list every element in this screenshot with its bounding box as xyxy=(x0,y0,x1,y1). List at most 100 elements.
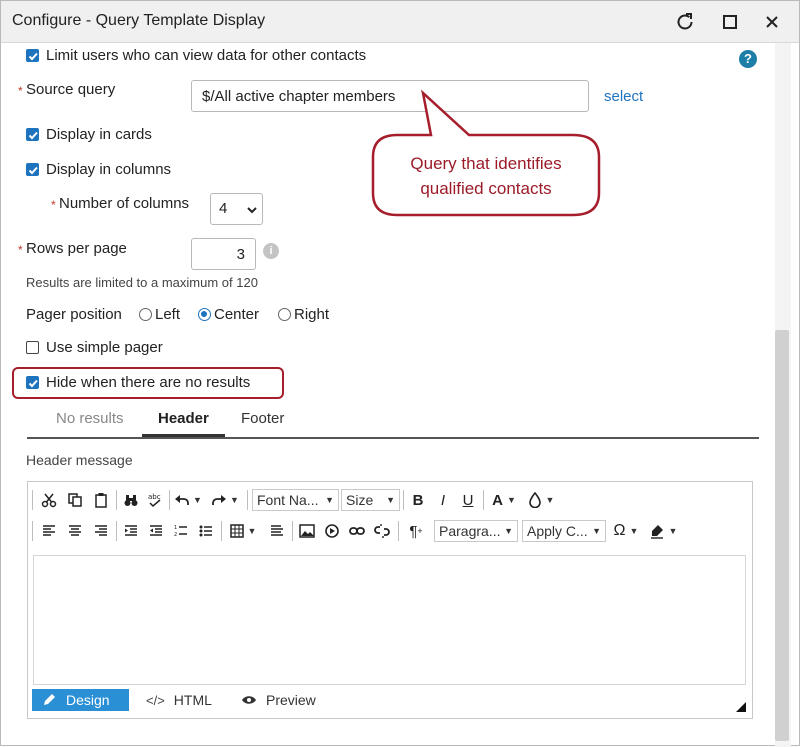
copy-icon[interactable] xyxy=(64,489,86,511)
display-columns-checkbox[interactable] xyxy=(26,163,39,176)
font-color-button[interactable]: A ▼ xyxy=(488,489,520,511)
toolbar-row-2: 12 ▼ ¶ + Paragra... ▼ Apply C... ▼ Ω ▼ ▼ xyxy=(28,519,752,549)
spellcheck-icon[interactable]: abc xyxy=(145,489,167,511)
simple-pager-checkbox[interactable] xyxy=(26,341,39,354)
close-icon[interactable] xyxy=(760,10,784,34)
required-marker: * xyxy=(18,243,23,257)
toolbar-separator xyxy=(116,521,117,541)
italic-button[interactable]: I xyxy=(432,489,454,511)
pilcrow-icon: ¶ xyxy=(409,522,418,540)
paste-icon[interactable] xyxy=(90,489,112,511)
highlight-color-icon[interactable]: ▼ xyxy=(524,489,558,511)
pager-left-radio[interactable] xyxy=(139,308,152,321)
paragraph-align-icon[interactable] xyxy=(266,520,288,542)
pencil-icon xyxy=(44,694,55,705)
maximize-icon[interactable] xyxy=(718,10,742,34)
rows-per-page-input[interactable]: 3 xyxy=(191,238,256,270)
tabs-divider xyxy=(27,437,759,439)
cut-icon[interactable] xyxy=(38,489,60,511)
editor-content-area[interactable] xyxy=(33,555,746,685)
align-left-icon[interactable] xyxy=(38,520,60,542)
design-mode-tab[interactable]: Design xyxy=(32,689,129,711)
toolbar-separator xyxy=(32,521,33,541)
paragraph-style-value: Paragra... xyxy=(439,523,501,539)
find-binoculars-icon[interactable] xyxy=(120,489,142,511)
pager-right-radio[interactable] xyxy=(278,308,291,321)
required-marker: * xyxy=(18,84,23,98)
hide-no-results-label: Hide when there are no results xyxy=(46,374,251,391)
title-bar: Configure - Query Template Display xyxy=(1,1,799,43)
rows-hint: Results are limited to a maximum of 120 xyxy=(26,275,258,290)
preview-mode-label: Preview xyxy=(266,692,316,708)
preview-mode-tab[interactable]: Preview xyxy=(241,689,316,711)
tab-no-results[interactable]: No results xyxy=(56,410,124,427)
numbered-list-icon[interactable]: 12 xyxy=(170,520,192,542)
html-mode-label: HTML xyxy=(173,692,212,708)
redo-icon[interactable]: ▼ xyxy=(208,489,242,511)
toolbar-separator xyxy=(221,521,222,541)
rows-per-page-label: Rows per page xyxy=(26,240,127,257)
align-center-icon[interactable] xyxy=(64,520,86,542)
toolbar-row-1: abc ▼ ▼ Font Na... ▼ Size ▼ B I U A ▼ ▼ xyxy=(28,488,752,518)
limit-users-checkbox[interactable] xyxy=(26,49,39,62)
svg-text:1: 1 xyxy=(174,525,177,531)
indent-icon[interactable] xyxy=(120,520,142,542)
help-icon[interactable]: ? xyxy=(739,50,757,68)
required-marker: * xyxy=(51,198,56,212)
pager-left-label: Left xyxy=(155,306,181,323)
underline-button[interactable]: U xyxy=(457,489,479,511)
undo-icon[interactable]: ▼ xyxy=(173,489,203,511)
code-icon: </> xyxy=(146,692,165,708)
paragraph-style-dropdown[interactable]: Paragra... ▼ xyxy=(434,520,518,542)
resize-grip-icon[interactable] xyxy=(736,702,746,712)
info-icon[interactable]: i xyxy=(263,243,279,259)
scrollbar-thumb[interactable] xyxy=(775,330,789,741)
chevron-down-icon xyxy=(246,203,258,220)
pager-center-label: Center xyxy=(214,306,260,323)
paragraph-marks-button[interactable]: ¶ + xyxy=(403,520,429,542)
callout-line-2: qualified contacts xyxy=(420,179,552,198)
svg-text:2: 2 xyxy=(174,532,177,538)
tab-header[interactable]: Header xyxy=(158,410,209,427)
pager-position-label: Pager position xyxy=(26,306,122,323)
bullet-list-icon[interactable] xyxy=(195,520,217,542)
link-icon[interactable] xyxy=(346,520,368,542)
table-icon[interactable]: ▼ xyxy=(226,520,260,542)
html-mode-tab[interactable]: </> HTML xyxy=(146,689,212,711)
font-size-value: Size xyxy=(346,492,374,508)
apply-css-value: Apply C... xyxy=(527,523,588,539)
num-columns-select[interactable]: 4 xyxy=(210,193,263,225)
hide-no-results-checkbox[interactable] xyxy=(26,376,39,389)
outdent-icon[interactable] xyxy=(145,520,167,542)
display-columns-label: Display in columns xyxy=(46,161,172,178)
bold-button[interactable]: B xyxy=(407,489,429,511)
header-message-label: Header message xyxy=(26,452,133,468)
display-cards-label: Display in cards xyxy=(46,126,152,143)
display-cards-checkbox[interactable] xyxy=(26,128,39,141)
limit-users-label: Limit users who can view data for other … xyxy=(46,47,367,64)
font-name-dropdown[interactable]: Font Na... ▼ xyxy=(252,489,339,511)
callout-text: Query that identifies qualified contacts xyxy=(373,151,599,201)
toolbar-separator xyxy=(398,521,399,541)
omega-icon: Ω xyxy=(613,522,626,539)
font-color-label: A xyxy=(492,491,503,509)
font-size-dropdown[interactable]: Size ▼ xyxy=(341,489,400,511)
unlink-icon[interactable] xyxy=(371,520,393,542)
source-query-label: Source query xyxy=(26,81,116,98)
callout-line-1: Query that identifies xyxy=(410,154,562,173)
align-right-icon[interactable] xyxy=(90,520,112,542)
pager-center-radio[interactable] xyxy=(198,308,211,321)
tab-footer[interactable]: Footer xyxy=(241,410,284,427)
rich-text-editor: abc ▼ ▼ Font Na... ▼ Size ▼ B I U A ▼ ▼ … xyxy=(27,481,753,719)
svg-text:abc: abc xyxy=(148,493,161,501)
num-columns-label: Number of columns xyxy=(59,195,190,212)
refresh-icon[interactable] xyxy=(673,10,697,34)
media-icon[interactable] xyxy=(321,520,343,542)
image-icon[interactable] xyxy=(296,520,318,542)
toolbar-separator xyxy=(292,521,293,541)
configure-dialog: Configure - Query Template Display Limit… xyxy=(0,0,800,747)
simple-pager-label: Use simple pager xyxy=(46,339,163,356)
special-characters-button[interactable]: Ω ▼ xyxy=(610,520,642,542)
apply-css-dropdown[interactable]: Apply C... ▼ xyxy=(522,520,606,542)
format-stripper-icon[interactable]: ▼ xyxy=(646,520,680,542)
